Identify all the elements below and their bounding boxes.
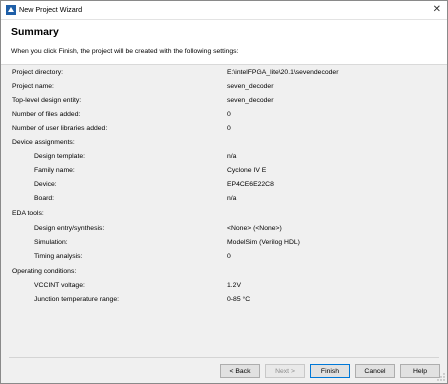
setting-value: 0 (227, 253, 231, 260)
setting-value: 0 (227, 125, 231, 132)
setting-label: VCCINT voltage: (34, 282, 85, 289)
back-button[interactable]: < Back (220, 364, 260, 378)
title-bar: New Project Wizard ✕ (1, 1, 447, 20)
setting-label: Project name: (12, 83, 54, 90)
setting-label: Number of user libraries added: (12, 125, 108, 132)
setting-value: n/a (227, 195, 237, 202)
setting-value: 1.2V (227, 282, 241, 289)
wizard-window: New Project Wizard ✕ Summary When you cl… (0, 0, 448, 384)
section-heading: EDA tools: (12, 210, 44, 217)
setting-value: EP4CE6E22C8 (227, 181, 274, 188)
setting-label: Design entry/synthesis: (34, 225, 105, 232)
finish-button[interactable]: Finish (310, 364, 350, 378)
app-icon (6, 5, 16, 15)
help-button[interactable]: Help (400, 364, 440, 378)
setting-value: ModelSim (Verilog HDL) (227, 239, 300, 246)
setting-label: Top-level design entity: (12, 97, 82, 104)
setting-label: Number of files added: (12, 111, 81, 118)
setting-value: E:\intelFPGA_lite\20.1\sevendecoder (227, 69, 339, 76)
wizard-header: Summary When you click Finish, the proje… (1, 20, 447, 65)
close-icon[interactable]: ✕ (433, 3, 441, 17)
setting-value: 0-85 °C (227, 296, 251, 303)
setting-label: Timing analysis: (34, 253, 83, 260)
setting-value: n/a (227, 153, 237, 160)
page-description: When you click Finish, the project will … (11, 48, 239, 55)
setting-label: Device: (34, 181, 57, 188)
setting-value: <None> (<None>) (227, 225, 282, 232)
setting-value: 0 (227, 111, 231, 118)
setting-label: Junction temperature range: (34, 296, 120, 303)
setting-label: Project directory: (12, 69, 63, 76)
window-title: New Project Wizard (19, 5, 83, 14)
section-heading: Device assignments: (12, 139, 75, 146)
setting-label: Design template: (34, 153, 86, 160)
page-title: Summary (11, 26, 59, 38)
setting-value: seven_decoder (227, 97, 274, 104)
setting-value: Cyclone IV E (227, 167, 267, 174)
section-heading: Operating conditions: (12, 268, 77, 275)
next-button[interactable]: Next > (265, 364, 305, 378)
resize-grip-icon[interactable] (437, 373, 445, 381)
setting-label: Family name: (34, 167, 75, 174)
cancel-button[interactable]: Cancel (355, 364, 395, 378)
setting-value: seven_decoder (227, 83, 274, 90)
setting-label: Simulation: (34, 239, 68, 246)
footer-divider (9, 357, 439, 358)
setting-label: Board: (34, 195, 55, 202)
